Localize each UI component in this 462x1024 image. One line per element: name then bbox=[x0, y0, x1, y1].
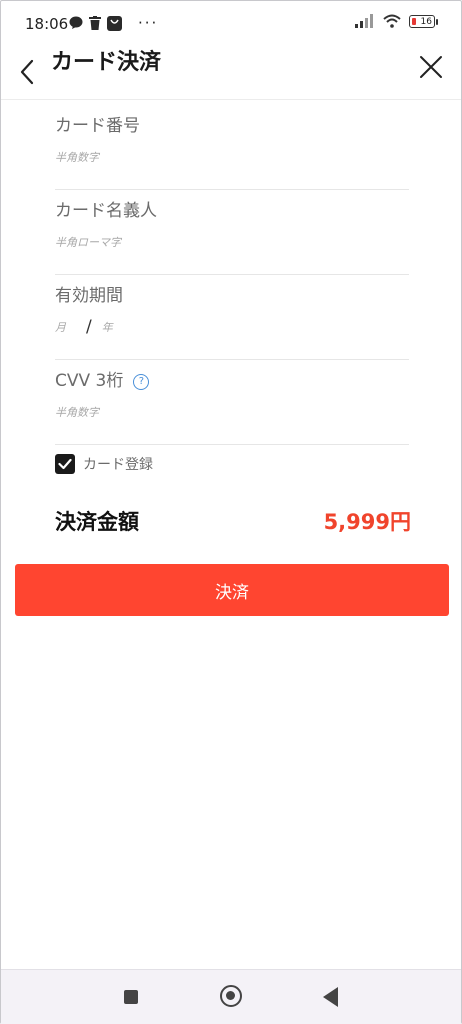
battery-icon: 16 bbox=[409, 14, 438, 28]
home-icon[interactable] bbox=[220, 985, 242, 1007]
card-name-field[interactable]: カード名義人 半角ローマ字 bbox=[55, 190, 409, 275]
expiry-field[interactable]: 有効期間 月 / 年 bbox=[55, 275, 409, 360]
expiry-label: 有効期間 bbox=[55, 286, 123, 306]
shopping-bag-icon bbox=[107, 15, 122, 31]
save-card-option[interactable]: カード登録 bbox=[55, 454, 153, 474]
expiry-month-input[interactable]: 月 bbox=[55, 319, 66, 335]
back-arrow-icon[interactable] bbox=[15, 55, 41, 89]
signal-icon bbox=[355, 14, 373, 28]
cvv-field[interactable]: CVV 3桁? 半角数字 bbox=[55, 360, 409, 445]
card-number-input[interactable]: 半角数字 bbox=[55, 149, 99, 165]
header: カード決済 bbox=[1, 45, 461, 100]
nav-back-icon[interactable] bbox=[323, 987, 338, 1007]
payment-amount: 決済金額 5,999円 bbox=[55, 506, 411, 538]
card-number-label: カード番号 bbox=[55, 116, 140, 136]
line-app-icon bbox=[69, 16, 83, 29]
wifi-icon bbox=[383, 14, 401, 28]
save-card-checkbox[interactable] bbox=[55, 454, 75, 474]
status-bar: 18:06 ··· 16 bbox=[1, 1, 461, 45]
cvv-label: CVV 3桁 bbox=[55, 371, 124, 391]
pay-button[interactable]: 決済 bbox=[15, 564, 449, 616]
card-name-input[interactable]: 半角ローマ字 bbox=[55, 234, 121, 250]
more-notifications-icon: ··· bbox=[138, 14, 159, 32]
card-number-field[interactable]: カード番号 半角数字 bbox=[55, 105, 409, 190]
close-icon[interactable] bbox=[417, 53, 445, 81]
expiry-separator: / bbox=[86, 317, 92, 337]
battery-level: 16 bbox=[420, 16, 432, 27]
trash-icon bbox=[89, 16, 101, 30]
expiry-year-input[interactable]: 年 bbox=[102, 319, 113, 335]
checkmark-icon bbox=[58, 458, 72, 470]
amount-value: 5,999円 bbox=[323, 510, 411, 534]
cvv-input[interactable]: 半角数字 bbox=[55, 404, 99, 420]
expiry-inputs: 月 / 年 bbox=[55, 317, 113, 337]
notification-icons: ··· bbox=[69, 14, 158, 32]
amount-label: 決済金額 bbox=[55, 510, 139, 534]
page-title: カード決済 bbox=[51, 50, 162, 75]
system-nav-bar bbox=[1, 969, 461, 1024]
system-icons: 16 bbox=[355, 14, 438, 28]
card-name-label: カード名義人 bbox=[55, 201, 157, 221]
status-time: 18:06 bbox=[25, 15, 69, 33]
card-payment-form: カード番号 半角数字 カード名義人 半角ローマ字 有効期間 月 / 年 CVV … bbox=[55, 105, 409, 445]
screen: 18:06 ··· 16 カード決済 カード番号 半角数字 カード名義人 半角ロ… bbox=[0, 0, 462, 1024]
cvv-label-row: CVV 3桁? bbox=[55, 366, 150, 391]
recent-apps-icon[interactable] bbox=[124, 990, 138, 1004]
save-card-label: カード登録 bbox=[83, 457, 153, 473]
help-icon[interactable]: ? bbox=[133, 374, 150, 390]
